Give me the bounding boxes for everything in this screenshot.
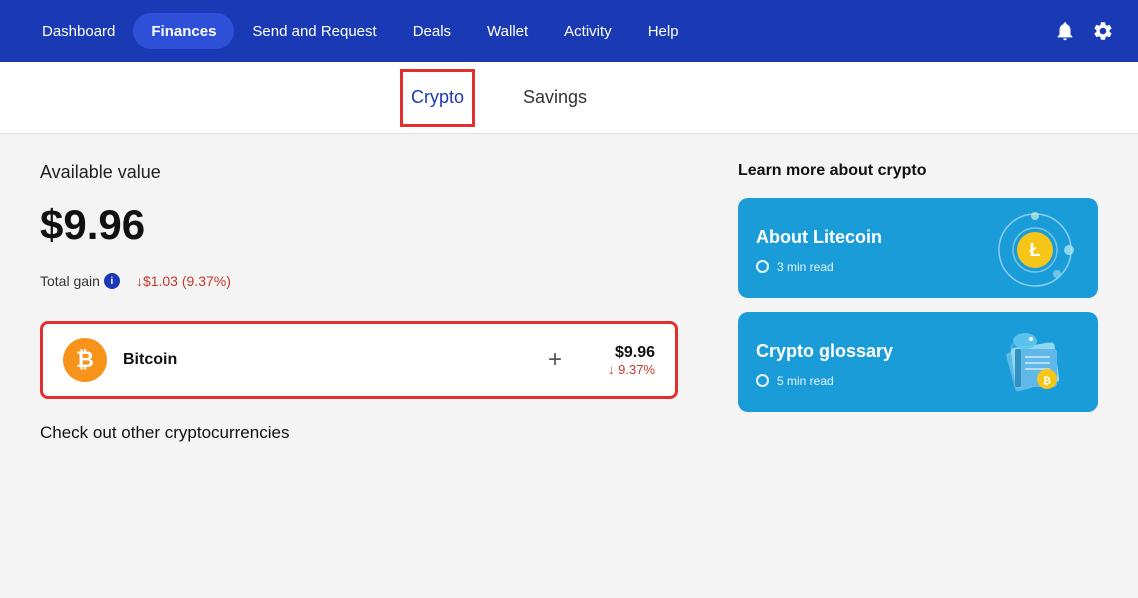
available-label: Available value xyxy=(40,162,678,183)
notification-icon[interactable] xyxy=(1054,20,1076,42)
bitcoin-amount: $9.96 xyxy=(608,344,655,362)
litecoin-card-time: 3 min read xyxy=(756,260,882,274)
info-icon[interactable]: i xyxy=(104,273,120,289)
nav-icons xyxy=(1054,20,1114,42)
navbar: Dashboard Finances Send and Request Deal… xyxy=(0,0,1138,62)
total-gain-label: Total gain i xyxy=(40,273,120,289)
bitcoin-values: $9.96 ↓ 9.37% xyxy=(608,344,655,377)
about-litecoin-card[interactable]: About Litecoin 3 min read xyxy=(738,198,1098,298)
glossary-card-title: Crypto glossary xyxy=(756,341,893,362)
subnav-item-savings[interactable]: Savings xyxy=(515,62,595,134)
subnav-item-crypto[interactable]: Crypto xyxy=(400,69,475,127)
right-panel: Learn more about crypto About Litecoin 3… xyxy=(738,162,1098,578)
nav-item-finances[interactable]: Finances xyxy=(133,13,234,49)
litecoin-card-title: About Litecoin xyxy=(756,227,882,248)
left-panel: Available value $9.96 Total gain i ↓$1.0… xyxy=(40,162,678,578)
bitcoin-icon: ₿ xyxy=(63,338,107,382)
svg-text:₿: ₿ xyxy=(1043,375,1051,387)
glossary-card-time: 5 min read xyxy=(756,374,893,388)
glossary-illustration: ₿ xyxy=(990,324,1080,404)
nav-item-wallet[interactable]: Wallet xyxy=(469,0,546,62)
crypto-glossary-card[interactable]: Crypto glossary 5 min read xyxy=(738,312,1098,412)
svg-text:Ł: Ł xyxy=(1030,240,1041,260)
subnav: Crypto Savings xyxy=(0,62,1138,134)
bitcoin-change: ↓ 9.37% xyxy=(608,362,655,377)
nav-item-deals[interactable]: Deals xyxy=(395,0,469,62)
nav-item-activity[interactable]: Activity xyxy=(546,0,630,62)
litecoin-card-text: About Litecoin 3 min read xyxy=(756,227,882,274)
nav-item-help[interactable]: Help xyxy=(630,0,697,62)
check-other-label: Check out other cryptocurrencies xyxy=(40,423,678,443)
nav-item-dashboard[interactable]: Dashboard xyxy=(24,0,133,62)
bitcoin-label: Bitcoin xyxy=(123,351,502,369)
learn-label: Learn more about crypto xyxy=(738,162,1098,180)
total-gain-value: ↓$1.03 (9.37%) xyxy=(136,273,231,289)
bitcoin-card[interactable]: ₿ Bitcoin + $9.96 ↓ 9.37% xyxy=(40,321,678,399)
total-gain-row: Total gain i ↓$1.03 (9.37%) xyxy=(40,273,678,289)
settings-icon[interactable] xyxy=(1092,20,1114,42)
available-value: $9.96 xyxy=(40,201,678,249)
main-content: Available value $9.96 Total gain i ↓$1.0… xyxy=(0,134,1138,598)
glossary-card-text: Crypto glossary 5 min read xyxy=(756,341,893,388)
bitcoin-plus: + xyxy=(548,346,562,374)
litecoin-illustration: Ł xyxy=(990,210,1080,290)
nav-item-send-request[interactable]: Send and Request xyxy=(234,0,394,62)
